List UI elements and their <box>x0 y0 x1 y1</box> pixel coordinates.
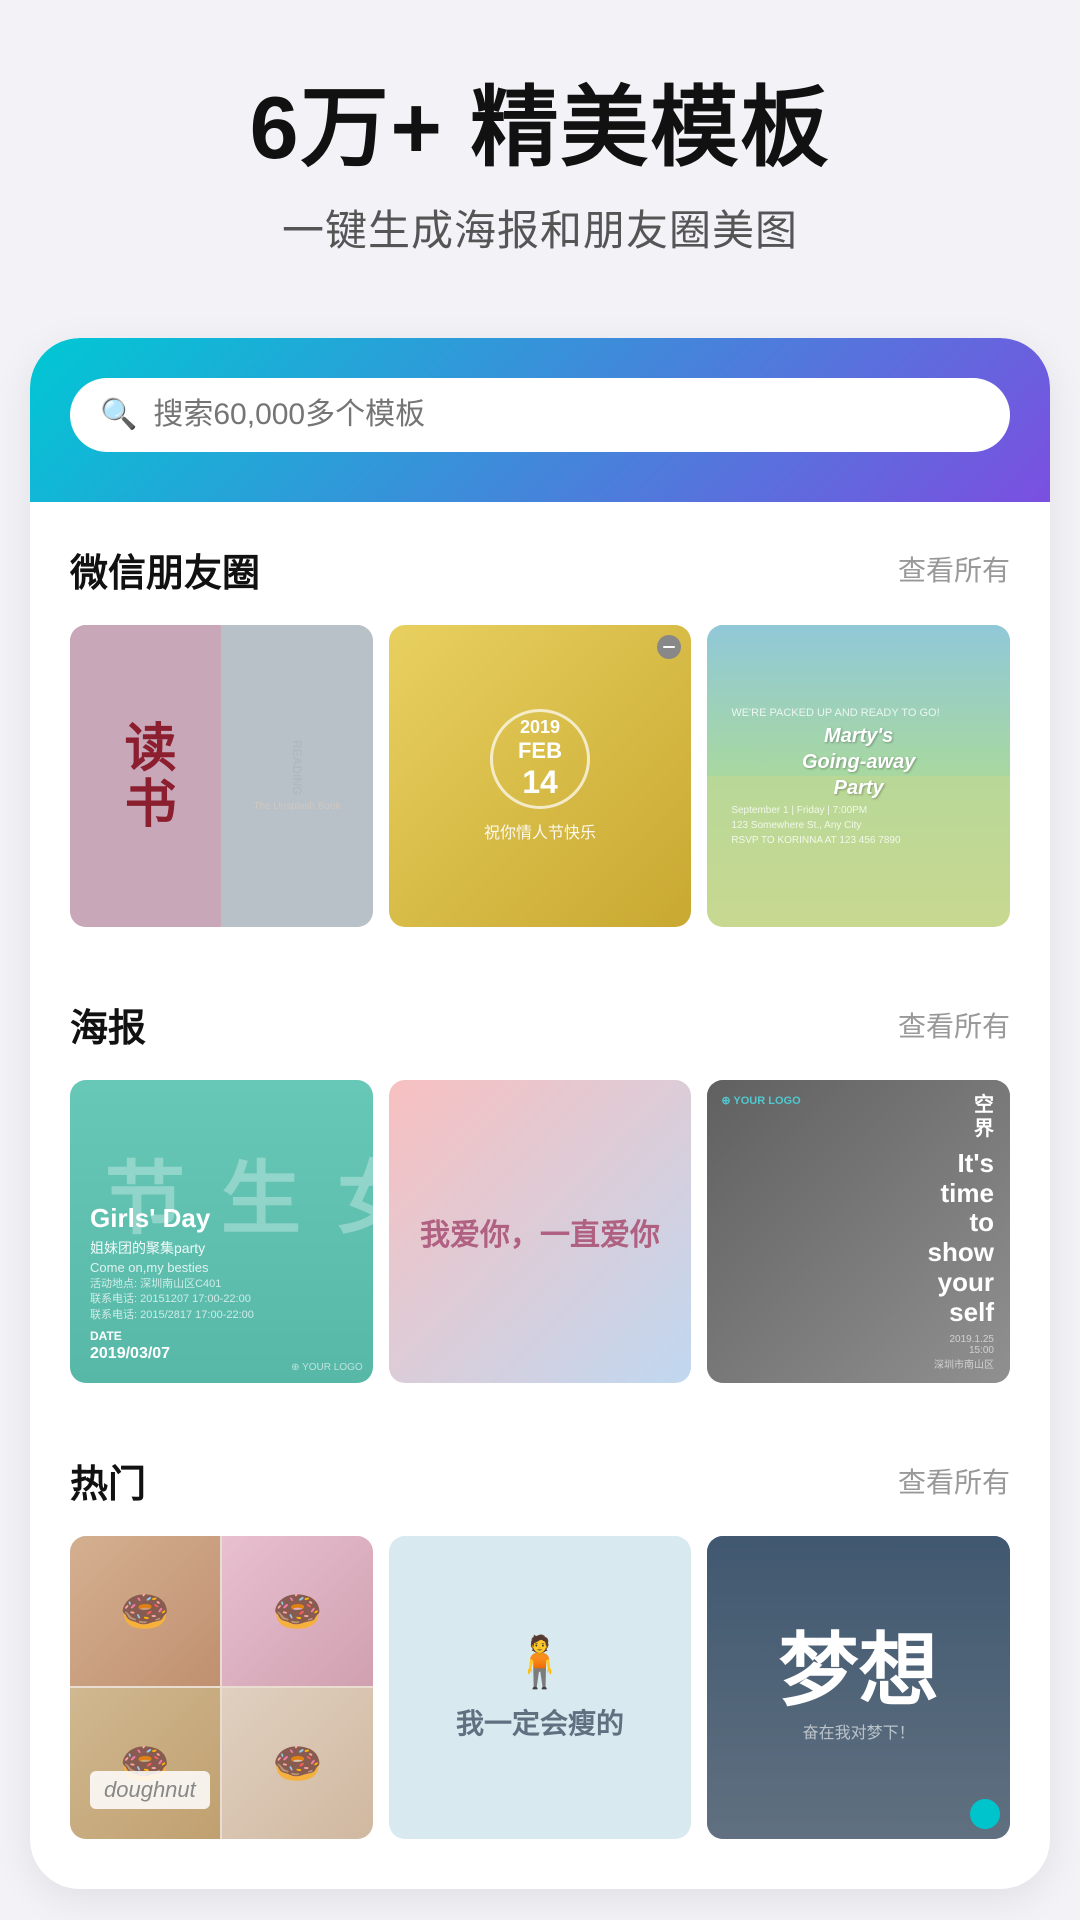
hot-doughnut-card[interactable]: 🍩 🍩 🍩 🍩 doughnut <box>70 1536 373 1839</box>
poster-section-title: 海报 <box>70 997 146 1052</box>
reading-left: 读书 <box>70 625 221 928</box>
hero-title: 6万+ 精美模板 <box>60 80 1020 177</box>
canva-badge <box>970 1799 1000 1829</box>
party-detail: September 1 | Friday | 7:00PM <box>731 805 986 816</box>
donut-emoji-1: 🍩 <box>120 1588 170 1635</box>
hot-see-all[interactable]: 查看所有 <box>898 1461 1010 1501</box>
book-subtitle: The Unsplash Book <box>253 801 340 812</box>
wechat-reading-card[interactable]: 读书 READING The Unsplash Book <box>70 625 373 928</box>
wechat-valentine-card[interactable]: 2019 FEB 14 祝你情人节快乐 <box>389 625 692 928</box>
party-address: 123 Somewhere St., Any City <box>731 820 986 831</box>
wechat-template-grid: 读书 READING The Unsplash Book 2019 FEB 14 <box>70 625 1010 928</box>
hot-section-title: 热门 <box>70 1453 146 1508</box>
show-date: 2019.1.2515:00深圳市南山区 <box>928 1334 994 1371</box>
wechat-see-all[interactable]: 查看所有 <box>898 549 1010 589</box>
val-month: FEB <box>518 738 562 764</box>
party-title: Marty'sGoing-awayParty <box>731 723 986 801</box>
hot-section-header: 热门 查看所有 <box>70 1453 1010 1508</box>
girls-day-come-text: Come on,my besties <box>90 1260 353 1275</box>
search-icon: 🔍 <box>100 400 137 430</box>
val-year: 2019 <box>520 717 560 738</box>
search-header: 🔍 <box>30 338 1050 502</box>
doughnut-cell-topright: 🍩 <box>222 1536 372 1686</box>
hero-section: 6万+ 精美模板 一键生成海报和朋友圈美图 <box>0 0 1080 308</box>
doughnut-cell-bottomright: 🍩 <box>222 1688 372 1838</box>
wechat-section-header: 微信朋友圈 查看所有 <box>70 542 1010 597</box>
show-main-text: 空界 <box>928 1093 994 1141</box>
val-subtitle: 祝你情人节快乐 <box>484 819 596 843</box>
poster-show-card[interactable]: ⊕ YOUR LOGO 空界 It'stimetoshowyourself 20… <box>707 1080 1010 1383</box>
poster-girls-day-card[interactable]: 女生节 Girls' Day 姐妹团的聚集party Come on,my be… <box>70 1080 373 1383</box>
valentine-date-circle: 2019 FEB 14 <box>490 709 590 809</box>
hot-motivation-card[interactable]: 🧍 我一定会瘦的 <box>389 1536 692 1839</box>
figure-icon: 🧍 <box>509 1633 571 1692</box>
donut-emoji-2: 🍩 <box>273 1588 323 1635</box>
poster-section: 海报 查看所有 女生节 Girls' Day 姐妹团的聚集party Come … <box>30 957 1050 1393</box>
party-ready-text: WE'RE PACKED UP AND READY TO GO! <box>731 707 986 719</box>
poster-section-header: 海报 查看所有 <box>70 997 1010 1052</box>
girls-day-date-value: 2019/03/07 <box>90 1345 353 1363</box>
show-content: 空界 It'stimetoshowyourself 2019.1.2515:00… <box>928 1093 994 1371</box>
poster-love-card[interactable]: 我爱你，一直爱你 <box>389 1080 692 1383</box>
hot-dream-card[interactable]: 梦想 奋在我对梦下！ <box>707 1536 1010 1839</box>
girls-day-title-text: Girls' Day <box>90 1203 353 1234</box>
reading-right: READING The Unsplash Book <box>221 625 372 928</box>
girls-day-content: Girls' Day 姐妹团的聚集party Come on,my bestie… <box>90 1203 353 1363</box>
val-day: 14 <box>522 764 558 801</box>
girls-day-party-text: 姐妹团的聚集party <box>90 1238 353 1258</box>
book-label: READING <box>290 740 304 795</box>
girls-day-logo: ⊕ YOUR LOGO <box>291 1362 363 1373</box>
party-rsvp: RSVP TO KORINNA AT 123 456 7890 <box>731 835 986 846</box>
donut-emoji-4: 🍩 <box>273 1740 323 1787</box>
party-content: WE'RE PACKED UP AND READY TO GO! Marty's… <box>723 699 994 854</box>
poster-see-all[interactable]: 查看所有 <box>898 1005 1010 1045</box>
hot-section: 热门 查看所有 🍩 🍩 🍩 🍩 doughnut <box>30 1413 1050 1849</box>
your-logo-badge: ⊕ YOUR LOGO <box>721 1094 800 1107</box>
search-bar[interactable]: 🔍 <box>70 378 1010 452</box>
wechat-section: 微信朋友圈 查看所有 读书 READING The Unsplash Book <box>30 502 1050 938</box>
doughnut-cell-bottomleft: 🍩 <box>70 1688 220 1838</box>
app-card: 🔍 微信朋友圈 查看所有 读书 READING The Unsplash Boo… <box>30 338 1050 1889</box>
love-text: 我爱你，一直爱你 <box>420 1210 660 1254</box>
wechat-section-title: 微信朋友圈 <box>70 542 260 597</box>
search-input[interactable] <box>153 398 980 432</box>
hot-template-grid: 🍩 🍩 🍩 🍩 doughnut 🧍 我一定会瘦的 <box>70 1536 1010 1839</box>
show-english-text: It'stimetoshowyourself <box>928 1149 994 1328</box>
minus-icon <box>657 635 681 659</box>
reading-text: 读书 <box>108 720 183 832</box>
dream-subtitle: 奋在我对梦下！ <box>803 1719 915 1743</box>
poster-template-grid: 女生节 Girls' Day 姐妹团的聚集party Come on,my be… <box>70 1080 1010 1383</box>
wechat-party-card[interactable]: WE'RE PACKED UP AND READY TO GO! Marty's… <box>707 625 1010 928</box>
girls-day-date-label: DATE <box>90 1329 353 1343</box>
dream-title: 梦想 <box>779 1631 939 1711</box>
hero-subtitle: 一键生成海报和朋友圈美图 <box>60 197 1020 258</box>
doughnut-cell-topleft: 🍩 <box>70 1536 220 1686</box>
girls-day-details: 活动地点: 深圳南山区C401联系电话: 20151207 17:00-22:0… <box>90 1277 353 1323</box>
doughnut-label: doughnut <box>90 1771 210 1809</box>
motivation-text: 我一定会瘦的 <box>456 1702 624 1742</box>
